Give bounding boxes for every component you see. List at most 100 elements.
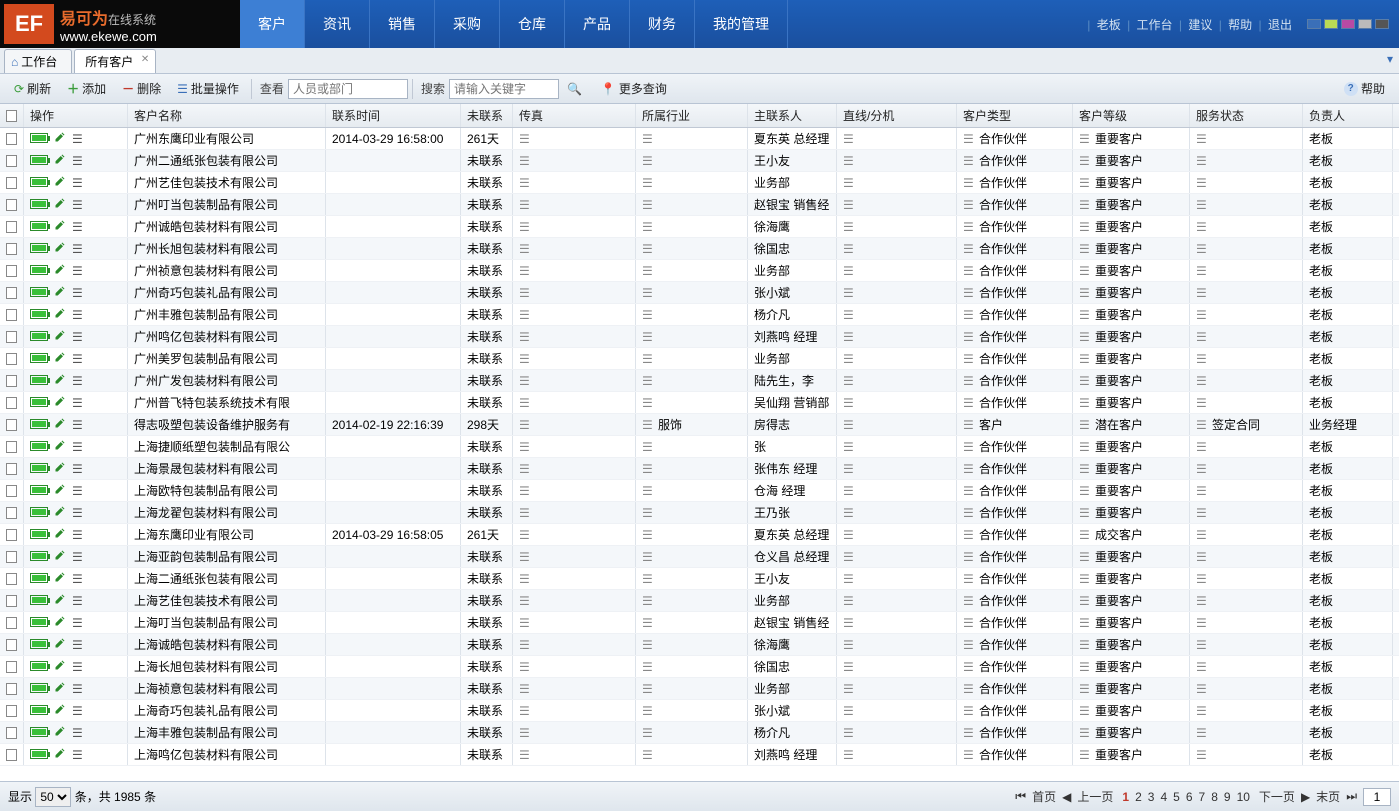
row-checkbox[interactable] [0,414,24,435]
list-icon[interactable]: ☰ [642,418,654,432]
table-row[interactable]: ☰上海丰雅包装制品有限公司未联系☰☰杨介凡☰☰合作伙伴☰重要客户☰老板 [0,722,1399,744]
status-icon[interactable] [30,462,48,476]
menu-icon[interactable]: ☰ [72,198,83,212]
list-icon[interactable]: ☰ [642,704,654,718]
list-icon[interactable]: ☰ [1079,198,1091,212]
list-icon[interactable]: ☰ [1079,154,1091,168]
grid-body[interactable]: ☰广州东鹰印业有限公司2014-03-29 16:58:00261天☰☰夏东英 … [0,128,1399,781]
nav-item[interactable]: 资讯 [305,0,370,48]
list-icon[interactable]: ☰ [642,330,654,344]
list-icon[interactable]: ☰ [519,154,531,168]
list-icon[interactable]: ☰ [963,352,975,366]
list-icon[interactable]: ☰ [1196,198,1208,212]
header-link[interactable]: 建议 [1188,18,1212,32]
theme-swatch[interactable] [1358,19,1372,29]
menu-icon[interactable]: ☰ [72,616,83,630]
column-contact[interactable]: 主联系人 [748,104,837,127]
header-link[interactable]: 工作台 [1137,18,1173,32]
menu-icon[interactable]: ☰ [72,572,83,586]
list-icon[interactable]: ☰ [642,462,654,476]
nav-item[interactable]: 采购 [435,0,500,48]
row-checkbox[interactable] [0,700,24,721]
edit-icon[interactable] [54,747,66,762]
prev-page-icon[interactable]: ◀ [1062,790,1071,804]
list-icon[interactable]: ☰ [519,462,531,476]
list-icon[interactable]: ☰ [1196,220,1208,234]
list-icon[interactable]: ☰ [1079,264,1091,278]
list-icon[interactable]: ☰ [963,506,975,520]
row-checkbox[interactable] [0,348,24,369]
row-checkbox[interactable] [0,458,24,479]
column-level[interactable]: 客户等级 [1073,104,1190,127]
list-icon[interactable]: ☰ [1196,704,1208,718]
status-icon[interactable] [30,638,48,652]
list-icon[interactable]: ☰ [642,550,654,564]
list-icon[interactable]: ☰ [642,308,654,322]
list-icon[interactable]: ☰ [1196,308,1208,322]
list-icon[interactable]: ☰ [642,396,654,410]
row-checkbox[interactable] [0,392,24,413]
nav-item[interactable]: 财务 [630,0,695,48]
menu-icon[interactable]: ☰ [72,242,83,256]
menu-icon[interactable]: ☰ [72,330,83,344]
list-icon[interactable]: ☰ [843,396,855,410]
table-row[interactable]: ☰广州诚皓包装材料有限公司未联系☰☰徐海鹰☰☰合作伙伴☰重要客户☰老板 [0,216,1399,238]
table-row[interactable]: ☰广州艺佳包装技术有限公司未联系☰☰业务部☰☰合作伙伴☰重要客户☰老板 [0,172,1399,194]
list-icon[interactable]: ☰ [642,682,654,696]
row-checkbox[interactable] [0,722,24,743]
list-icon[interactable]: ☰ [642,528,654,542]
menu-icon[interactable]: ☰ [72,726,83,740]
edit-icon[interactable] [54,659,66,674]
list-icon[interactable]: ☰ [963,418,975,432]
list-icon[interactable]: ☰ [642,440,654,454]
status-icon[interactable] [30,264,48,278]
column-nocontact[interactable]: 未联系 [461,104,513,127]
list-icon[interactable]: ☰ [963,440,975,454]
list-icon[interactable]: ☰ [1196,132,1208,146]
help-button[interactable]: ? 帮助 [1336,78,1393,99]
row-checkbox[interactable] [0,216,24,237]
list-icon[interactable]: ☰ [1196,396,1208,410]
page-number[interactable]: 4 [1160,790,1167,804]
close-icon[interactable]: ✕ [141,54,149,65]
list-icon[interactable]: ☰ [1079,660,1091,674]
nav-item[interactable]: 客户 [240,0,305,48]
row-checkbox[interactable] [0,304,24,325]
list-icon[interactable]: ☰ [1079,418,1091,432]
menu-icon[interactable]: ☰ [72,286,83,300]
row-checkbox[interactable] [0,502,24,523]
first-page[interactable]: 首页 [1032,788,1056,805]
more-query-button[interactable]: 📍更多查询 [593,78,675,99]
status-icon[interactable] [30,242,48,256]
list-icon[interactable]: ☰ [642,242,654,256]
list-icon[interactable]: ☰ [1079,726,1091,740]
status-icon[interactable] [30,572,48,586]
table-row[interactable]: ☰广州叮当包装制品有限公司未联系☰☰赵银宝 销售经☰☰合作伙伴☰重要客户☰老板 [0,194,1399,216]
row-checkbox[interactable] [0,480,24,501]
page-number[interactable]: 10 [1237,790,1250,804]
batch-button[interactable]: ☰批量操作 [169,78,247,99]
edit-icon[interactable] [54,571,66,586]
menu-icon[interactable]: ☰ [72,132,83,146]
column-owner[interactable]: 负责人 [1303,104,1393,127]
list-icon[interactable]: ☰ [963,308,975,322]
prev-page[interactable]: 上一页 [1077,788,1113,805]
table-row[interactable]: ☰上海奇巧包装礼品有限公司未联系☰☰张小斌☰☰合作伙伴☰重要客户☰老板 [0,700,1399,722]
menu-icon[interactable]: ☰ [72,506,83,520]
menu-icon[interactable]: ☰ [72,594,83,608]
menu-icon[interactable]: ☰ [72,396,83,410]
list-icon[interactable]: ☰ [1079,462,1091,476]
list-icon[interactable]: ☰ [1079,616,1091,630]
column-type[interactable]: 客户类型 [957,104,1073,127]
list-icon[interactable]: ☰ [519,264,531,278]
list-icon[interactable]: ☰ [1196,330,1208,344]
list-icon[interactable]: ☰ [963,176,975,190]
edit-icon[interactable] [54,373,66,388]
theme-swatch[interactable] [1307,19,1321,29]
table-row[interactable]: ☰上海欧特包装制品有限公司未联系☰☰仓海 经理☰☰合作伙伴☰重要客户☰老板 [0,480,1399,502]
list-icon[interactable]: ☰ [1079,638,1091,652]
list-icon[interactable]: ☰ [843,418,855,432]
list-icon[interactable]: ☰ [963,396,975,410]
edit-icon[interactable] [54,681,66,696]
list-icon[interactable]: ☰ [963,220,975,234]
